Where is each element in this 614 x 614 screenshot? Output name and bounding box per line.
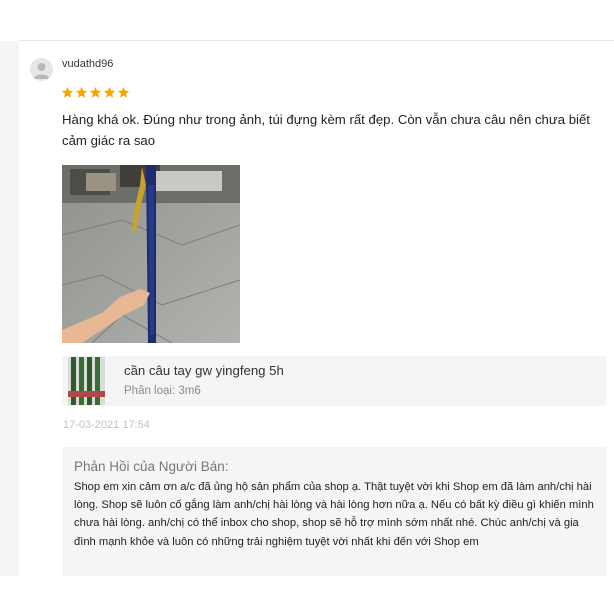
seller-reply-text: Shop em xin cảm ơn a/c đã ủng hộ sản phẩ… [74,481,594,548]
fishing-rod-photo [62,165,240,343]
rating-stars [61,86,130,99]
review-username[interactable]: vudathd96 [62,58,113,70]
product-image [68,357,105,405]
star-icon [103,86,116,98]
review-text: Hàng khá ok. Đúng như trong ảnh, túi đựn… [62,112,590,148]
seller-reply-title: Phản Hồi của Người Bán: [74,459,229,474]
star-icon [89,86,102,98]
review-photo[interactable] [62,165,240,343]
star-icon [75,86,88,98]
product-variant: Phân loại: 3m6 [124,385,201,397]
star-icon [117,86,130,98]
card-divider [19,40,614,41]
avatar[interactable] [30,58,53,81]
product-name[interactable]: cần câu tay gw yingfeng 5h [124,363,284,378]
product-info[interactable]: cần câu tay gw yingfeng 5h Phân loại: 3m… [62,356,606,406]
star-icon [61,86,74,98]
review-timestamp: 17-03-2021 17:54 [63,419,150,431]
product-thumbnail[interactable] [68,357,105,405]
left-gutter [0,41,19,576]
seller-reply: Phản Hồi của Người Bán: Shop em xin cảm … [62,447,606,576]
user-placeholder-icon [34,63,49,79]
bottom-band [0,576,614,614]
top-band [0,0,614,40]
